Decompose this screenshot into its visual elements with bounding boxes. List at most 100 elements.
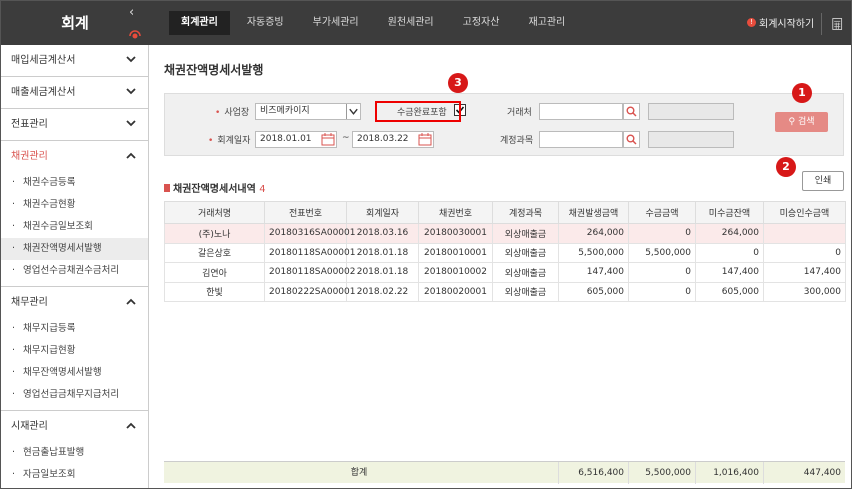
cell-account: 외상매출금: [492, 262, 559, 283]
column-header[interactable]: 전표번호: [264, 201, 347, 224]
app-window: 회계 ‹ 회계관리 자동증빙 부가세관리 원천세관리 고정자산 재고관리 ! 회…: [0, 0, 852, 489]
sidebar: 매입세금계산서 매출세금계산서 전표관리 채권관리 채권수금등록 채권수금현황 …: [1, 45, 149, 488]
search-icon: ⚲: [788, 117, 796, 127]
cell-unapproved: [763, 223, 846, 244]
main-content: 채권잔액명세서발행 • 사업장 비즈메카이지 수금완료포함 거래처 • 회계일자 2…: [150, 45, 851, 488]
top-bar: 회계 ‹ 회계관리 자동증빙 부가세관리 원천세관리 고정자산 재고관리 ! 회…: [1, 1, 851, 45]
table-row[interactable]: 갈은상호 20180118SA00001 2018.01.18 20180010…: [164, 242, 846, 263]
start-accounting-link[interactable]: ! 회계시작하기: [747, 15, 814, 30]
tab-auto-voucher[interactable]: 자동증빙: [235, 11, 296, 35]
sidebar-item-advance-payment[interactable]: 영업선급금채무지급처리: [1, 384, 148, 406]
cell-date: 2018.01.18: [346, 262, 419, 283]
tab-vat[interactable]: 부가세관리: [301, 11, 371, 35]
cell-receivable-no: 20180020001: [418, 281, 493, 302]
table-header-row: 거래처명 전표번호 회계일자 채권번호 계정과목 채권발생금액 수금금액 미수금…: [164, 201, 846, 224]
account-input[interactable]: [539, 131, 623, 148]
cell-outstanding: 264,000: [695, 223, 764, 244]
cell-date: 2018.02.22: [346, 281, 419, 302]
callout-badge-1: 1: [792, 83, 812, 103]
cell-collected-amount: 0: [628, 262, 696, 283]
client-label: 거래처: [507, 108, 532, 118]
total-issued: 6,516,400: [558, 462, 628, 484]
cell-voucher-no: 20180222SA00001: [264, 281, 355, 302]
date-separator: ~: [342, 133, 350, 143]
chevron-up-icon[interactable]: [126, 152, 136, 159]
sidebar-item-receivable-daily[interactable]: 채권수금일보조회: [1, 216, 148, 238]
table-row[interactable]: 한빛 20180222SA00001 2018.02.22 2018002000…: [164, 281, 846, 302]
column-header[interactable]: 회계일자: [346, 201, 419, 224]
print-button[interactable]: 인쇄: [802, 171, 844, 191]
cell-issued-amount: 5,500,000: [558, 242, 629, 263]
cell-collected-amount: 5,500,000: [628, 242, 696, 263]
headset-icon[interactable]: [128, 29, 142, 39]
cell-client: 한빛: [164, 281, 265, 302]
search-button[interactable]: ⚲ 검색: [775, 112, 828, 132]
top-nav: 회계관리 자동증빙 부가세관리 원천세관리 고정자산 재고관리: [169, 11, 582, 35]
table-row[interactable]: 김연아 20180118SA00002 2018.01.18 201800100…: [164, 262, 846, 283]
app-title: 회계: [61, 14, 89, 32]
cell-client: 갈은상호: [164, 242, 265, 263]
sidebar-item-receivable-collection-status[interactable]: 채권수금현황: [1, 194, 148, 216]
tab-fixed-assets[interactable]: 고정자산: [451, 11, 512, 35]
sidebar-section-receivables[interactable]: 채권관리 채권수금등록 채권수금현황 채권수금일보조회 채권잔액명세서발행 영업…: [1, 141, 148, 287]
table-row[interactable]: (주)노나 20180316SA00001 2018.03.16 2018003…: [164, 223, 846, 244]
total-outstanding: 1,016,400: [695, 462, 763, 484]
sidebar-item-receivable-collection-entry[interactable]: 채권수금등록: [1, 172, 148, 194]
sidebar-item-receivable-balance-statement[interactable]: 채권잔액명세서발행: [1, 238, 148, 260]
calendar-icon[interactable]: [320, 131, 336, 148]
column-header[interactable]: 계정과목: [492, 201, 559, 224]
sidebar-section-voucher[interactable]: 전표관리: [1, 109, 148, 141]
date-label: • 회계일자: [208, 136, 251, 146]
column-header[interactable]: 거래처명: [164, 201, 265, 224]
client-name-display: [648, 103, 734, 120]
column-header[interactable]: 채권발생금액: [558, 201, 629, 224]
cell-account: 외상매출금: [492, 281, 559, 302]
chevron-down-icon[interactable]: [126, 120, 136, 127]
column-header[interactable]: 미수금잔액: [695, 201, 764, 224]
sidebar-item-daily-funds[interactable]: 자금일보조회: [1, 464, 148, 486]
cell-voucher-no: 20180118SA00001: [264, 242, 355, 263]
sidebar-section-payables[interactable]: 채무관리 채무지급등록 채무지급현황 채무잔액명세서발행 영업선급금채무지급처리: [1, 287, 148, 411]
tab-withholding[interactable]: 원천세관리: [376, 11, 446, 35]
calculator-icon[interactable]: [821, 13, 843, 35]
chevron-down-icon[interactable]: [126, 88, 136, 95]
start-accounting-label: 회계시작하기: [759, 19, 815, 30]
cell-issued-amount: 264,000: [558, 223, 629, 244]
sidebar-section-purchase-invoice[interactable]: 매입세금계산서: [1, 45, 148, 77]
sidebar-item-cash-book[interactable]: 현금출납표발행: [1, 442, 148, 464]
search-icon: [626, 106, 637, 117]
tab-inventory[interactable]: 재고관리: [516, 11, 577, 35]
cell-collected-amount: 0: [628, 281, 696, 302]
chevron-up-icon[interactable]: [126, 298, 136, 305]
sidebar-item-payable-balance-statement[interactable]: 채무잔액명세서발행: [1, 362, 148, 384]
cell-unapproved: 147,400: [763, 262, 846, 283]
cell-date: 2018.03.16: [346, 223, 419, 244]
cell-account: 외상매출금: [492, 242, 559, 263]
bullet-icon: [164, 184, 170, 192]
total-collected: 5,500,000: [628, 462, 695, 484]
list-title: 채권잔액명세서내역 4: [164, 180, 266, 195]
client-search-button[interactable]: [623, 103, 640, 120]
chevron-up-icon[interactable]: [126, 422, 136, 429]
cell-account: 외상매출금: [492, 223, 559, 244]
client-input[interactable]: [539, 103, 623, 120]
site-select[interactable]: 비즈메카이지: [255, 103, 361, 120]
sidebar-item-advance-receipt[interactable]: 영업선수금채권수금처리: [1, 260, 148, 282]
tab-accounting[interactable]: 회계관리: [169, 11, 230, 35]
sidebar-item-payable-status[interactable]: 채무지급현황: [1, 340, 148, 362]
cell-voucher-no: 20180118SA00002: [264, 262, 355, 283]
chevron-down-icon[interactable]: [126, 56, 136, 63]
sidebar-section-cash[interactable]: 시재관리 현금출납표발행 자금일보조회: [1, 411, 148, 486]
cell-unapproved: 300,000: [763, 281, 846, 302]
column-header[interactable]: 수금금액: [628, 201, 696, 224]
cell-receivable-no: 20180010001: [418, 242, 493, 263]
column-header[interactable]: 채권번호: [418, 201, 493, 224]
calendar-icon[interactable]: [417, 131, 433, 148]
balance-table: 거래처명 전표번호 회계일자 채권번호 계정과목 채권발생금액 수금금액 미수금…: [164, 201, 846, 302]
sidebar-section-sales-invoice[interactable]: 매출세금계산서: [1, 77, 148, 109]
account-search-button[interactable]: [623, 131, 640, 148]
total-label: 합계: [350, 468, 368, 478]
column-header[interactable]: 미승인수금액: [763, 201, 846, 224]
chevron-left-icon[interactable]: ‹: [129, 5, 134, 20]
sidebar-item-payable-entry[interactable]: 채무지급등록: [1, 318, 148, 340]
